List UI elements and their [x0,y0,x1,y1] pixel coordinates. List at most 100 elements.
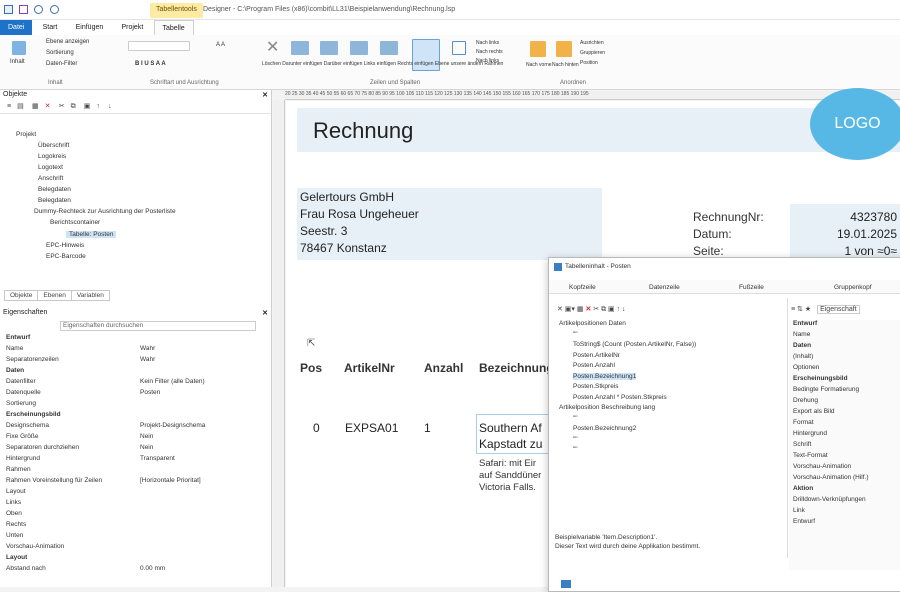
property-row[interactable]: Datenquelle Posten [0,389,262,399]
cell-artikelnr[interactable]: EXPSA01 [345,421,398,435]
dialog-tree-item[interactable]: ToString$ (Count (Posten.ArtikelNr, Fals… [573,341,696,348]
dialog-property[interactable]: Erscheinungsbild [793,375,848,382]
tab-projekt[interactable]: Projekt [113,20,151,35]
dialog-property[interactable]: Entwurf [793,320,817,327]
property-row[interactable]: Abstand nach 0.00 mm [0,565,262,575]
send-back-icon[interactable] [556,41,572,57]
tab-objekte[interactable]: Objekte [4,290,39,301]
logo-circle[interactable]: LOGO [810,88,900,160]
nach-rechts[interactable]: Nach rechts [476,49,503,55]
dialog-tree-item[interactable]: Posten.Anzahl [573,362,615,369]
tree-item-logokreis[interactable]: Logokreis [38,153,66,160]
tab-kopfzeile[interactable]: Kopfzeile [569,284,596,291]
property-row[interactable]: Name Wahr [0,345,262,355]
dialog-property[interactable]: Hintergrund [793,430,827,437]
font-select[interactable] [128,41,190,51]
eigenschaften-search[interactable]: Eigenschaften durchsuchen [60,321,256,331]
property-row[interactable]: Rahmen Voreinstellung für Zeilen [Horizon… [0,477,262,487]
dialog-tree-item[interactable]: Posten.Anzahl * Posten.Stkpreis [573,394,667,401]
dialog-tree-item[interactable]: Posten.Bezeichnung1 [573,372,637,380]
nach-links-2[interactable]: Nach links [476,58,499,64]
property-row[interactable]: Unten [0,532,262,542]
dialog-tree-item[interactable]: "" [573,415,578,422]
tree-item-belegdaten[interactable]: Belegdaten [38,186,71,193]
property-row[interactable]: Fixe Größe Nein [0,433,262,443]
dialog-property[interactable]: Daten [793,342,811,349]
sortierung-button[interactable]: Sortierung [46,50,74,56]
tab-tabelle[interactable]: Tabelle [153,20,194,35]
close-icon[interactable]: ✕ [262,91,268,99]
tree-item-berichtscontainer[interactable]: Berichtscontainer [50,219,100,226]
delete-icon[interactable]: ✕ [266,40,280,56]
format-buttons[interactable]: B I U S A A [135,61,166,67]
tab-datei[interactable]: Datei [0,20,33,35]
tree-item-belegdaten-2[interactable]: Belegdaten [38,197,71,204]
dialog-property[interactable]: Vorschau-Animation [793,463,851,470]
dialog-tree-item[interactable]: "" [573,446,578,453]
paste-icon[interactable]: ▣ [84,102,91,110]
tab-datenzeile[interactable]: Datenzeile [649,284,680,291]
col-header-anzahl[interactable]: Anzahl [424,361,463,375]
property-row[interactable]: Sortierung [0,400,262,410]
dialog-tree-item[interactable]: Artikelpositionen Daten [559,320,626,327]
cut-icon[interactable]: ✂ [59,102,65,110]
tab-einfuegen[interactable]: Einfügen [68,20,112,35]
tab-start[interactable]: Start [35,20,66,35]
gruppieren-button[interactable]: Gruppieren [580,50,605,56]
property-row[interactable]: Oben [0,510,262,520]
dialog-property[interactable]: Aktion [793,485,813,492]
darunter-label[interactable]: Darunter einfügen [282,61,322,67]
tree-item-anschrift[interactable]: Anschrift [38,175,63,182]
redo-icon[interactable] [49,5,59,14]
cell-pos[interactable]: 0 [313,421,320,435]
property-row[interactable]: Separatorenzeilen Wahr [0,356,262,366]
cell-anzahl[interactable]: 1 [424,421,431,435]
dialog-property[interactable]: Bedingte Formatierung [793,386,859,393]
dialog-property[interactable]: Vorschau-Animation (Hilf.) [793,474,869,481]
move-up-icon[interactable]: ↑ [96,103,100,110]
nach-vorne-button[interactable]: Nach vorne [526,62,552,68]
dialog-property[interactable]: Link [793,507,805,514]
copy-icon[interactable]: ⧉ [71,103,76,111]
save-icon[interactable] [19,5,29,14]
property-row[interactable]: Entwurf [0,334,262,344]
undo-icon[interactable] [34,5,44,14]
tree-item-tabelle-posten[interactable]: Tabelle: Posten [66,231,117,238]
position-button[interactable]: Position [580,60,598,66]
dialog-property[interactable]: Entwurf [793,518,815,525]
dialog-property[interactable]: (Inhalt) [793,353,813,360]
tab-ebenen[interactable]: Ebenen [37,290,72,301]
dialog-tree-item[interactable]: Posten.Stkpreis [573,383,619,390]
property-row[interactable]: Layout [0,488,262,498]
grid-icon[interactable]: ▦ [32,102,39,110]
links-label[interactable]: Links einfügen [364,61,396,67]
inhalt-icon[interactable] [12,41,26,55]
bring-front-icon[interactable] [530,41,546,57]
tree-item-epc-barcode[interactable]: EPC-Barcode [46,253,86,260]
col-header-bezeichnung[interactable]: Bezeichnung [479,361,554,375]
dialog-tree-item[interactable]: "" [573,436,578,443]
col-header-artikelnr[interactable]: ArtikelNr [344,361,395,375]
col-header-pos[interactable]: Pos [300,361,322,375]
property-row[interactable]: Separatoren durchziehen Nein [0,444,262,454]
property-row[interactable]: Erscheinungsbild [0,411,262,421]
dialog-property[interactable]: Format [793,419,814,426]
table-icon[interactable]: ✕ ▣▾ ▦ ✕ ✂ ⧉ ▣ ↑ ↓ [557,306,626,313]
list-view-icon[interactable]: ▤ [17,102,24,110]
delete-icon[interactable]: ✕ [45,102,51,110]
insert-left-icon[interactable] [350,41,368,55]
daten-filter-button[interactable]: Daten-Filter [46,61,77,67]
nach-links-1[interactable]: Nach links [476,40,499,46]
font-size-buttons[interactable]: A A [216,42,225,48]
tree-item-projekt[interactable]: Projekt [16,131,36,138]
property-row[interactable]: Rechts [0,521,262,531]
page-title[interactable]: Rechnung [313,118,413,144]
tab-fusszeile[interactable]: Fußzeile [739,284,764,291]
insert-below-icon[interactable] [291,41,309,55]
tree-item-dummy-rechteck[interactable]: Dummy-Rechteck zur Ausrichtung der Poste… [34,208,176,215]
dialog-property[interactable]: Export als Bild [793,408,835,415]
rechts-label[interactable]: Rechts einfügen [397,61,433,67]
tab-variablen[interactable]: Variablen [70,290,110,301]
loeschen-label[interactable]: Löschen [262,61,281,67]
property-row[interactable]: Designschema Projekt-Designschema [0,422,262,432]
